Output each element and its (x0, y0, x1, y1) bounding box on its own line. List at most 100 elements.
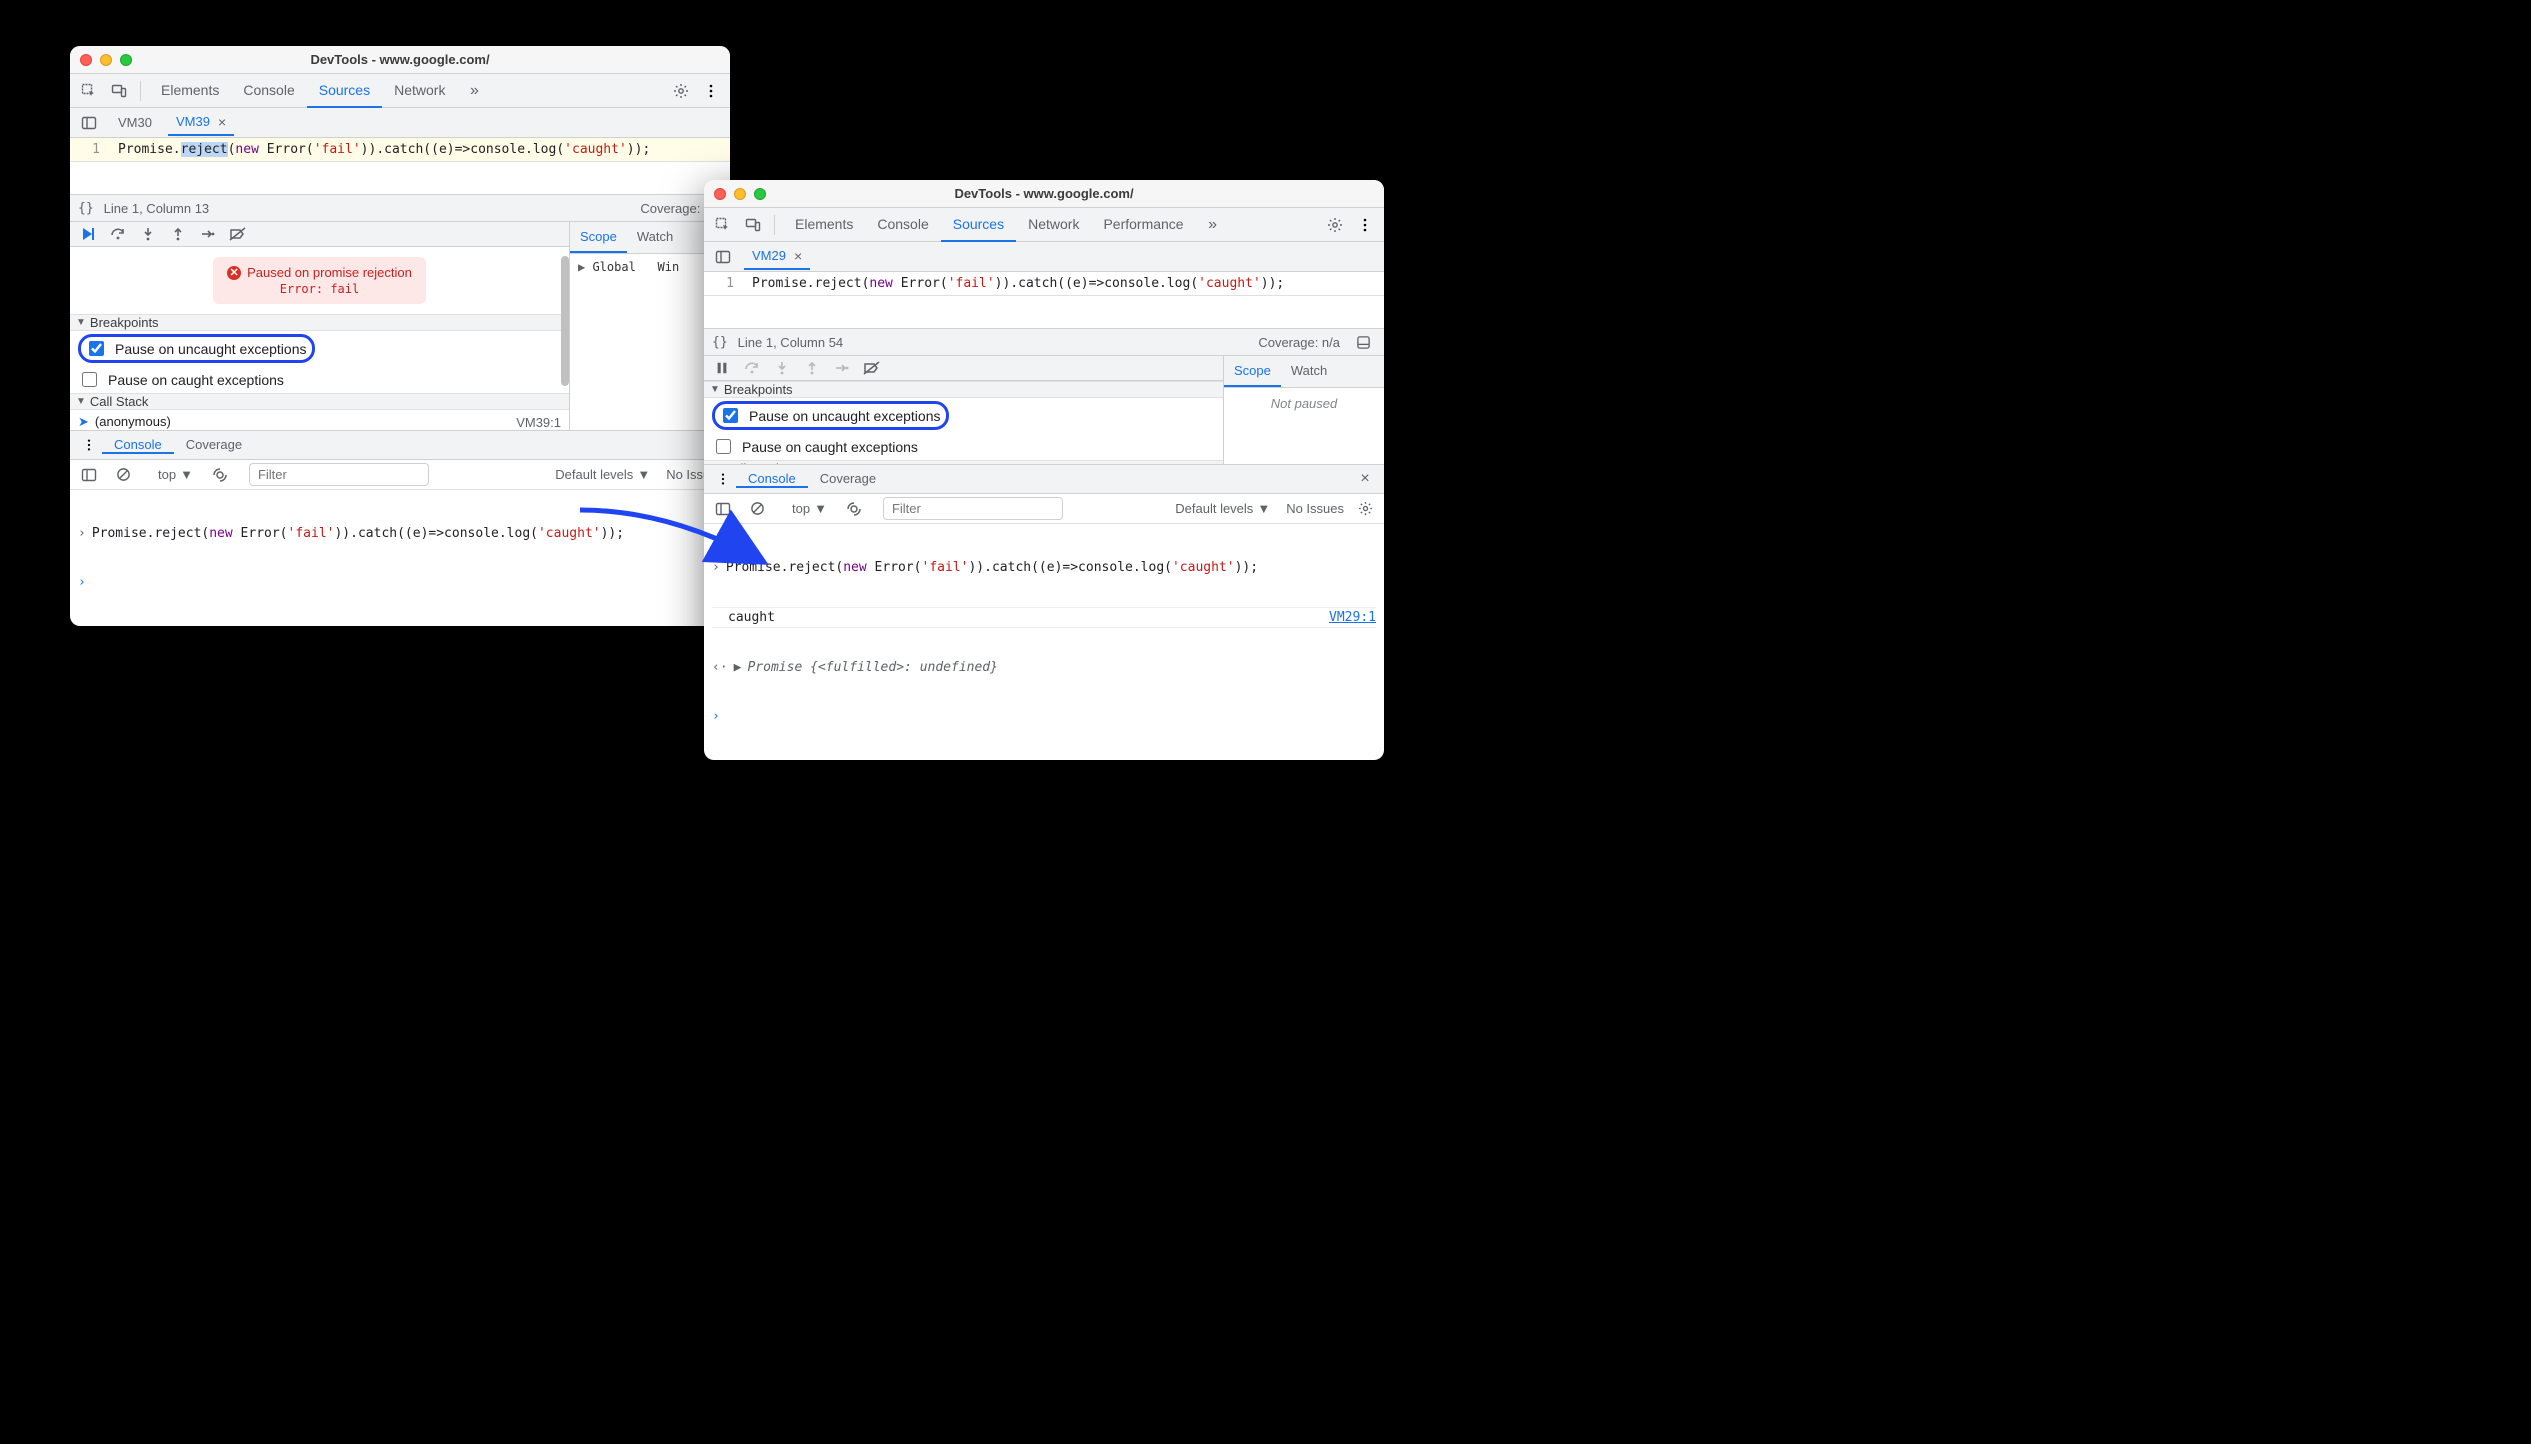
cursor-position: Line 1, Column 54 (738, 335, 844, 350)
log-levels-selector[interactable]: Default levels ▼ (555, 467, 650, 482)
issues-button[interactable]: No Issues (1286, 501, 1344, 516)
close-traffic-light[interactable] (714, 188, 726, 200)
watch-tab[interactable]: Watch (1281, 356, 1337, 387)
pause-uncaught-checkbox[interactable] (723, 408, 738, 423)
step-out-icon (800, 356, 824, 380)
code-line[interactable]: Promise.reject(new Error('fail')).catch(… (744, 272, 1384, 295)
tab-sources[interactable]: Sources (941, 208, 1016, 242)
zoom-traffic-light[interactable] (120, 54, 132, 66)
tab-performance[interactable]: Performance (1091, 208, 1195, 242)
console-text: Promise.reject(new Error('fail')).catch(… (726, 560, 1258, 575)
drawer-tab-console[interactable]: Console (102, 437, 174, 454)
console-log-row: caught VM29:1 (712, 607, 1376, 628)
step-over-icon[interactable] (106, 222, 130, 246)
sidebar-toggle-icon[interactable] (76, 462, 102, 488)
tab-console[interactable]: Console (865, 208, 940, 242)
console-body[interactable]: › Promise.reject(new Error('fail')).catc… (704, 524, 1384, 760)
close-icon[interactable]: × (218, 114, 226, 130)
close-icon[interactable]: × (1352, 466, 1378, 492)
titlebar[interactable]: DevTools - www.google.com/ (704, 180, 1384, 208)
editor-statusbar: {} Line 1, Column 13 Coverage: n/a (70, 194, 730, 222)
pause-caught-checkbox[interactable] (716, 439, 731, 454)
clear-console-icon[interactable] (744, 496, 770, 522)
callstack-header[interactable]: ▼ Call Stack (70, 393, 569, 410)
zoom-traffic-light[interactable] (754, 188, 766, 200)
close-icon[interactable]: × (794, 248, 802, 264)
gear-icon[interactable] (1322, 212, 1348, 238)
titlebar[interactable]: DevTools - www.google.com/ (70, 46, 730, 74)
scope-tab[interactable]: Scope (1224, 356, 1281, 387)
sidebar-toggle-icon[interactable] (710, 496, 736, 522)
tab-console[interactable]: Console (231, 74, 306, 108)
log-levels-selector[interactable]: Default levels ▼ (1175, 501, 1270, 516)
kebab-icon[interactable] (76, 432, 102, 458)
editor-statusbar: {} Line 1, Column 54 Coverage: n/a (704, 328, 1384, 356)
minimize-traffic-light[interactable] (100, 54, 112, 66)
console-prompt[interactable]: › (712, 707, 1376, 726)
deactivate-breakpoints-icon[interactable] (226, 222, 250, 246)
code-editor[interactable]: 1 Promise.reject(new Error('fail')).catc… (70, 138, 730, 162)
tab-elements[interactable]: Elements (783, 208, 865, 242)
filter-input[interactable] (883, 497, 1063, 520)
tab-network[interactable]: Network (382, 74, 457, 108)
inspect-icon[interactable] (76, 78, 102, 104)
code-editor[interactable]: 1 Promise.reject(new Error('fail')).catc… (704, 272, 1384, 296)
gear-icon[interactable] (1352, 496, 1378, 522)
pretty-print-icon[interactable]: {} (78, 201, 94, 216)
source-link[interactable]: VM29:1 (1329, 610, 1376, 625)
step-icon[interactable] (196, 222, 220, 246)
deactivate-breakpoints-icon[interactable] (860, 356, 884, 380)
code-line[interactable]: Promise.reject(new Error('fail')).catch(… (110, 138, 730, 161)
more-tabs-icon[interactable]: » (461, 78, 487, 104)
console-body[interactable]: › Promise.reject(new Error('fail')).catc… (70, 490, 730, 626)
live-expression-icon[interactable] (841, 496, 867, 522)
navigator-toggle-icon[interactable] (76, 110, 102, 136)
device-toolbar-icon[interactable] (106, 78, 132, 104)
minimize-traffic-light[interactable] (734, 188, 746, 200)
pretty-print-icon[interactable]: {} (712, 335, 728, 350)
highlight-annotation: Pause on uncaught exceptions (78, 334, 315, 363)
live-expression-icon[interactable] (207, 462, 233, 488)
resume-icon[interactable] (76, 222, 100, 246)
context-selector[interactable]: top ▼ (152, 465, 199, 484)
breakpoints-header[interactable]: ▼ Breakpoints (704, 381, 1223, 398)
scope-tab[interactable]: Scope (570, 222, 627, 253)
stack-frame[interactable]: ➤(anonymous) VM39:1 (70, 410, 569, 434)
inspect-icon[interactable] (710, 212, 736, 238)
clear-console-icon[interactable] (110, 462, 136, 488)
pause-uncaught-checkbox[interactable] (89, 341, 104, 356)
breakpoints-header[interactable]: ▼ Breakpoints (70, 314, 569, 331)
more-tabs-icon[interactable]: » (1200, 212, 1226, 238)
pause-icon[interactable] (710, 356, 734, 380)
device-toolbar-icon[interactable] (740, 212, 766, 238)
file-tab-vm30[interactable]: VM30 (110, 111, 160, 134)
tab-network[interactable]: Network (1016, 208, 1091, 242)
pause-reason: Paused on promise rejection (247, 265, 412, 280)
console-text: Promise {<fulfilled>: undefined} (747, 660, 997, 675)
context-selector[interactable]: top ▼ (786, 499, 833, 518)
kebab-icon[interactable] (1352, 212, 1378, 238)
tab-sources[interactable]: Sources (307, 74, 382, 108)
drawer-tab-console[interactable]: Console (736, 471, 808, 488)
pause-uncaught-label: Pause on uncaught exceptions (749, 408, 940, 424)
console-prompt[interactable]: › (78, 573, 722, 592)
watch-tab[interactable]: Watch (627, 222, 683, 253)
debugger-toolbar (70, 222, 569, 247)
pause-caught-checkbox[interactable] (82, 372, 97, 387)
drawer-tab-coverage[interactable]: Coverage (174, 437, 254, 454)
gear-icon[interactable] (668, 78, 694, 104)
tab-elements[interactable]: Elements (149, 74, 231, 108)
file-tab-vm39[interactable]: VM39 × (168, 110, 234, 136)
filter-input[interactable] (249, 463, 429, 486)
step-out-icon[interactable] (166, 222, 190, 246)
navigator-toggle-icon[interactable] (710, 244, 736, 270)
step-into-icon[interactable] (136, 222, 160, 246)
kebab-icon[interactable] (710, 466, 736, 492)
drawer-tab-coverage[interactable]: Coverage (808, 471, 888, 488)
toggle-details-icon[interactable] (1350, 329, 1376, 355)
close-traffic-light[interactable] (80, 54, 92, 66)
devtools-window-b: DevTools - www.google.com/ Elements Cons… (704, 180, 1384, 760)
kebab-icon[interactable] (698, 78, 724, 104)
main-toolbar: Elements Console Sources Network » (70, 74, 730, 108)
file-tab-vm29[interactable]: VM29 × (744, 244, 810, 270)
